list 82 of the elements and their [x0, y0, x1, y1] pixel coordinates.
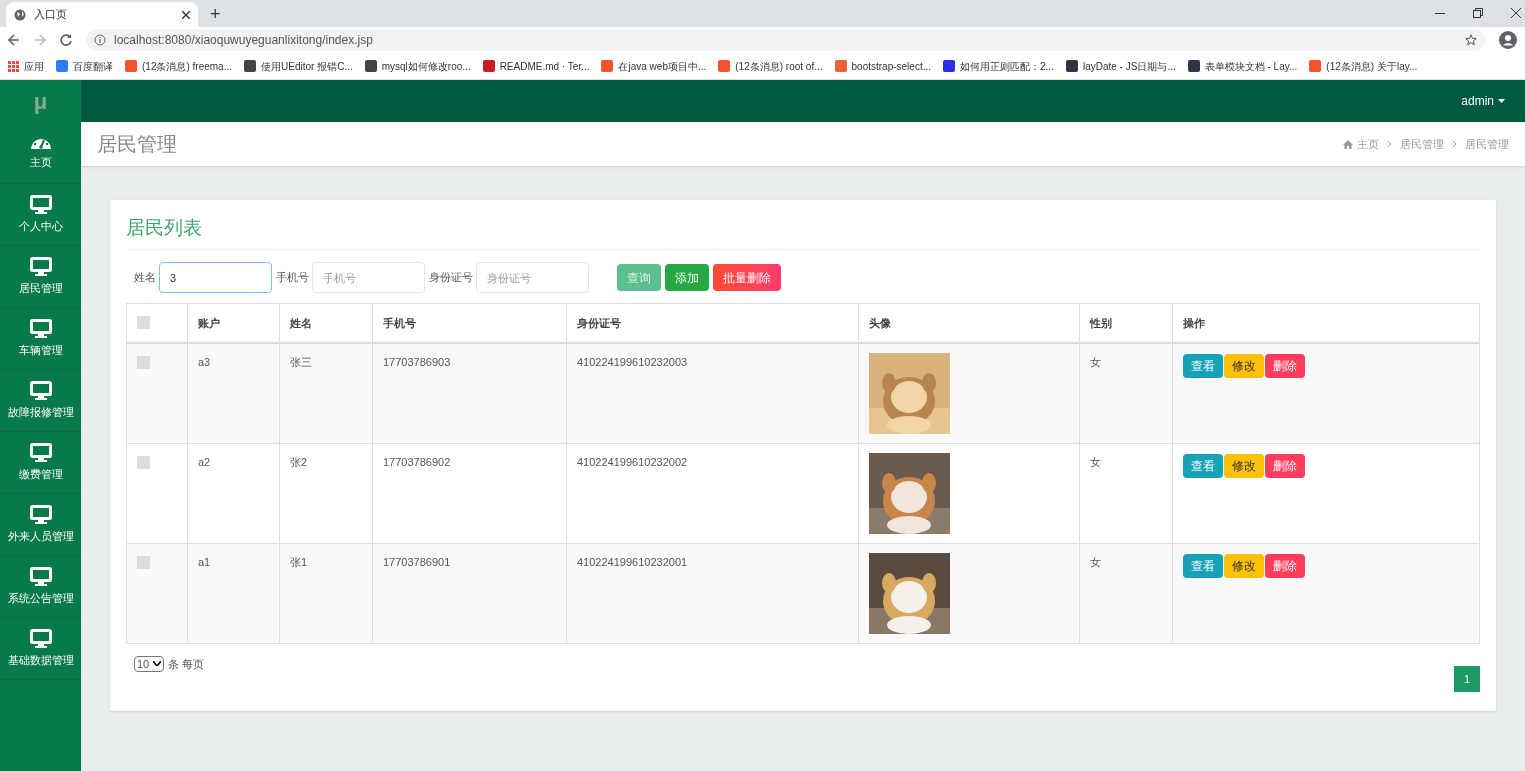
- input-field[interactable]: 手机号: [312, 262, 425, 293]
- monitor-icon: [29, 194, 52, 214]
- bookmark[interactable]: README.md · Ter...: [482, 58, 590, 74]
- table-cell: 张1: [290, 555, 308, 568]
- minimize-icon[interactable]: [1435, 13, 1445, 15]
- bookmark[interactable]: (12条消息) root of...: [718, 58, 823, 74]
- page-title: 居民管理: [97, 132, 177, 157]
- bookmark[interactable]: 使用UEditor 报错C...: [244, 58, 353, 74]
- caret-icon: [153, 661, 162, 667]
- close-icon[interactable]: [1511, 8, 1521, 18]
- table-cell: 410224199610232002: [577, 455, 688, 468]
- chevron-icon: [1452, 140, 1457, 148]
- input-field[interactable]: 身份证号: [476, 262, 589, 293]
- bookmark[interactable]: 表单模块文档 - Lay...: [1187, 58, 1298, 74]
- home-icon: [1343, 139, 1353, 149]
- bookmark[interactable]: (12条消息) 关于lay...: [1309, 58, 1418, 74]
- table-cell: 410224199610232003: [577, 356, 688, 368]
- checkbox[interactable]: [137, 356, 150, 369]
- table-cell: a3: [198, 356, 211, 368]
- table-cell: 女: [1090, 356, 1101, 368]
- user-menu[interactable]: admin: [1461, 92, 1505, 110]
- table-cell: 女: [1090, 455, 1101, 468]
- address-bar[interactable]: localhost:8080/xiaoquwuyeguanlixitong/index.jsp: [86, 29, 1485, 51]
- monitor-icon: [29, 256, 52, 276]
- restore-icon[interactable]: [1473, 8, 1483, 18]
- monitor-icon: [29, 566, 52, 586]
- bookmark[interactable]: 如何用正则匹配：2...: [943, 58, 1054, 74]
- column-header: 操作: [1183, 316, 1205, 329]
- browser-tab[interactable]: 入口页: [6, 2, 198, 27]
- column-header: 头像: [869, 316, 891, 329]
- page-button[interactable]: 1: [1454, 666, 1480, 692]
- globe-icon: [14, 8, 26, 21]
- monitor-icon: [29, 628, 52, 648]
- checkbox[interactable]: [137, 316, 150, 330]
- table-cell: 17703786902: [383, 455, 451, 468]
- edit-button[interactable]: 修改: [1224, 553, 1264, 578]
- caret-icon: [1498, 99, 1505, 103]
- bookmark[interactable]: mysql如何修改roo...: [364, 58, 471, 74]
- field-label: 身份证号: [429, 270, 473, 286]
- profile-icon[interactable]: [1499, 31, 1517, 49]
- chevron-icon: [1387, 140, 1392, 148]
- new-tab-button[interactable]: +: [210, 5, 221, 23]
- table-cell: 张2: [290, 455, 308, 468]
- page-size-select[interactable]: 10: [134, 655, 165, 672]
- reload-icon[interactable]: [60, 34, 72, 46]
- checkbox[interactable]: [137, 555, 150, 569]
- table-cell: a2: [198, 455, 211, 468]
- table-cell: 17703786903: [383, 356, 451, 368]
- bookmark[interactable]: 百度翻译: [56, 58, 113, 74]
- bookmark[interactable]: layDate - JS日期与...: [1065, 58, 1176, 74]
- back-icon[interactable]: [8, 34, 20, 46]
- column-header: 手机号: [383, 316, 416, 329]
- star-icon[interactable]: [1465, 34, 1477, 46]
- bookmark[interactable]: bootstrap-select...: [834, 58, 931, 74]
- close-icon[interactable]: [182, 10, 190, 19]
- column-header: 性别: [1090, 316, 1112, 329]
- table-cell: a1: [198, 555, 211, 568]
- checkbox[interactable]: [137, 455, 150, 469]
- card-title: 居民列表: [126, 214, 1480, 250]
- table-cell: 17703786901: [383, 555, 451, 568]
- monitor-icon: [29, 504, 52, 524]
- edit-button[interactable]: 修改: [1224, 453, 1264, 478]
- bookmark[interactable]: 在java web项目中...: [601, 58, 707, 74]
- bookmark[interactable]: 应用: [8, 58, 44, 74]
- table-cell: 张三: [290, 356, 312, 368]
- field-label: 姓名: [134, 270, 156, 286]
- page-size-label: 条 每页: [168, 656, 205, 672]
- monitor-icon: [29, 318, 52, 338]
- tab-title: 入口页: [34, 7, 68, 23]
- monitor-icon: [29, 380, 52, 400]
- input-field[interactable]: 3: [159, 262, 272, 293]
- bookmark[interactable]: (12条消息) freema...: [125, 58, 233, 74]
- table-cell: 女: [1090, 555, 1101, 568]
- info-icon: [94, 34, 106, 46]
- monitor-icon: [29, 442, 52, 462]
- edit-button[interactable]: 修改: [1224, 354, 1264, 378]
- column-header: 账户: [198, 316, 220, 329]
- column-header: 姓名: [290, 316, 312, 329]
- logo: μ: [33, 87, 48, 116]
- field-label: 手机号: [276, 270, 309, 286]
- column-header: 身份证号: [577, 316, 621, 329]
- table-cell: 410224199610232001: [577, 555, 688, 568]
